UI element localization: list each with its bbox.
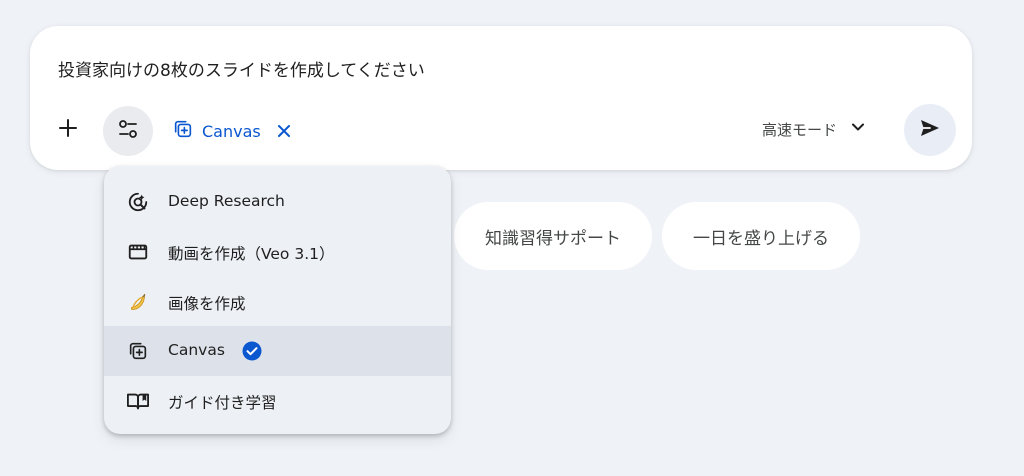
book-icon: [126, 389, 150, 413]
check-circle-icon: [242, 341, 262, 361]
tools-button[interactable]: [103, 106, 153, 156]
tools-menu: Deep Research 動画を作成（Veo 3.1） 画像を作成 Canva…: [104, 166, 451, 434]
menu-item-deep-research[interactable]: Deep Research: [104, 177, 451, 227]
prompt-input[interactable]: 投資家向けの8枚のスライドを作成してください: [58, 56, 425, 81]
close-icon[interactable]: [277, 124, 291, 138]
active-tool-chip[interactable]: Canvas: [172, 116, 291, 146]
menu-item-label: 動画を作成（Veo 3.1）: [168, 245, 335, 263]
plus-icon: [57, 117, 79, 143]
video-icon: [126, 240, 150, 264]
canvas-icon: [126, 339, 150, 363]
send-button[interactable]: [904, 104, 956, 156]
prompt-card: 投資家向けの8枚のスライドを作成してください Canvas 高速モード: [30, 26, 972, 170]
menu-item-label: Deep Research: [168, 192, 285, 210]
suggestion-chip-label: 一日を盛り上げる: [693, 228, 829, 249]
tune-icon: [116, 117, 140, 145]
suggestion-chip-day[interactable]: 一日を盛り上げる: [662, 202, 860, 270]
banana-icon: [126, 290, 150, 314]
active-tool-label: Canvas: [202, 121, 261, 141]
deep-research-icon: [126, 190, 150, 214]
add-button[interactable]: [48, 106, 88, 154]
chevron-down-icon: [851, 120, 865, 138]
menu-item-create-image[interactable]: 画像を作成: [104, 277, 451, 327]
menu-item-guided-learning[interactable]: ガイド付き学習: [104, 376, 451, 426]
suggestion-chip-learning[interactable]: 知識習得サポート: [454, 202, 652, 270]
menu-item-canvas[interactable]: Canvas: [104, 326, 451, 376]
mode-label: 高速モード: [762, 120, 838, 139]
menu-item-label: 画像を作成: [168, 295, 246, 313]
send-icon: [918, 116, 942, 144]
menu-item-label: Canvas: [168, 341, 225, 359]
menu-item-create-video[interactable]: 動画を作成（Veo 3.1）: [104, 227, 451, 277]
suggestion-chip-label: 知識習得サポート: [485, 228, 621, 249]
mode-selector[interactable]: 高速モード: [762, 114, 865, 144]
canvas-icon: [172, 118, 194, 144]
menu-item-label: ガイド付き学習: [168, 394, 277, 412]
